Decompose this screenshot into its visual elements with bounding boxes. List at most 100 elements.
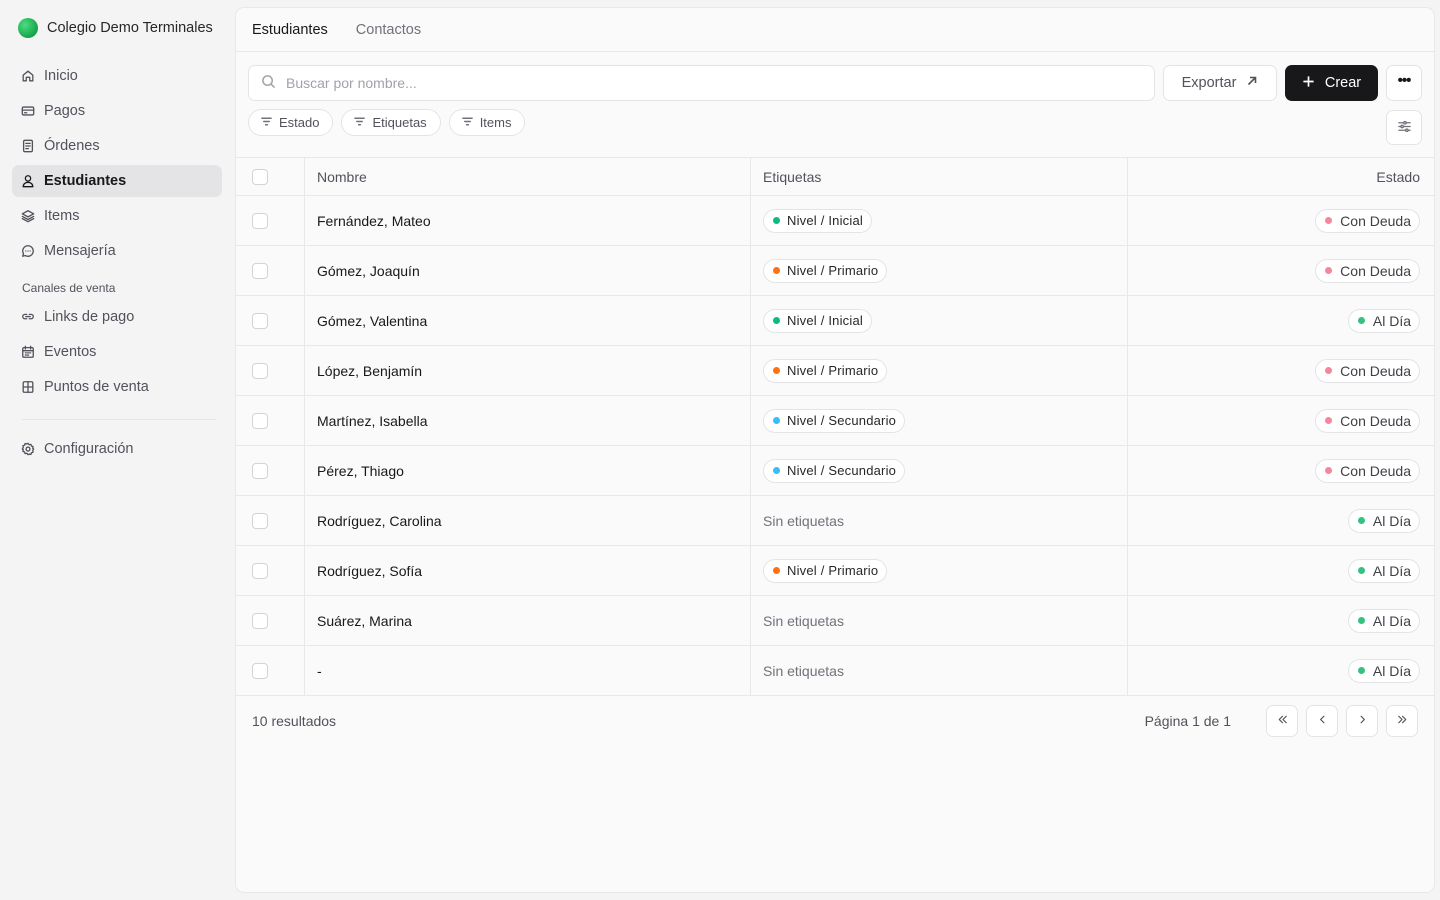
row-checkbox[interactable] [252, 262, 268, 279]
student-name[interactable]: Gómez, Valentina [317, 313, 427, 329]
sidebar-item-label: Items [44, 208, 80, 224]
filter-etiquetas[interactable]: Etiquetas [341, 109, 441, 136]
store-icon [21, 380, 35, 394]
sidebar-item-ordenes[interactable]: Órdenes [12, 130, 222, 162]
row-checkbox[interactable] [252, 412, 268, 429]
row-checkbox-cell [236, 646, 305, 695]
table-row[interactable]: Gómez, Joaquín Nivel / Primario Con Deud… [236, 246, 1434, 296]
status-label: Con Deuda [1340, 212, 1411, 229]
sidebar: Colegio Demo Terminales Inicio Pagos Órd… [0, 0, 234, 900]
tag-label: Nivel / Primario [787, 263, 879, 278]
export-label: Exportar [1181, 75, 1237, 91]
table-row[interactable]: - Sin etiquetas Al Día [236, 646, 1434, 696]
student-name[interactable]: López, Benjamín [317, 363, 422, 379]
row-checkbox[interactable] [252, 362, 268, 379]
table-row[interactable]: Pérez, Thiago Nivel / Secundario Con Deu… [236, 446, 1434, 496]
no-tags-label: Sin etiquetas [763, 612, 844, 629]
tab-estudiantes[interactable]: Estudiantes [252, 22, 328, 38]
student-name[interactable]: Suárez, Marina [317, 613, 412, 629]
tag-label: Nivel / Secundario [787, 413, 897, 428]
student-name[interactable]: Pérez, Thiago [317, 463, 404, 479]
link-icon [21, 310, 35, 324]
sidebar-item-estudiantes[interactable]: Estudiantes [12, 165, 222, 197]
name-cell: López, Benjamín [305, 346, 751, 395]
row-checkbox[interactable] [252, 462, 268, 479]
table-row[interactable]: Rodríguez, Carolina Sin etiquetas Al Día [236, 496, 1434, 546]
search-input[interactable] [286, 75, 1154, 91]
header-etiquetas[interactable]: Etiquetas [751, 158, 1128, 195]
last-page-button[interactable] [1386, 705, 1418, 737]
tag-color-dot [773, 267, 780, 274]
student-name[interactable]: Martínez, Isabella [317, 413, 428, 429]
search-box[interactable] [248, 65, 1155, 101]
table-row[interactable]: Martínez, Isabella Nivel / Secundario Co… [236, 396, 1434, 446]
table-row[interactable]: Suárez, Marina Sin etiquetas Al Día [236, 596, 1434, 646]
first-page-button[interactable] [1266, 705, 1298, 737]
row-checkbox-cell [236, 396, 305, 445]
tab-contactos[interactable]: Contactos [356, 22, 421, 38]
sidebar-item-configuracion[interactable]: Configuración [12, 433, 222, 465]
sidebar-item-pagos[interactable]: Pagos [12, 95, 222, 127]
arrow-up-right-icon [1246, 75, 1258, 91]
student-name[interactable]: - [317, 663, 322, 679]
next-page-button[interactable] [1346, 705, 1378, 737]
select-all-checkbox[interactable] [252, 168, 268, 185]
students-table: Nombre Etiquetas Estado Fernández, Mateo… [236, 157, 1434, 696]
tag-badge: Nivel / Secundario [763, 408, 906, 433]
create-button[interactable]: Crear [1285, 65, 1378, 101]
export-button[interactable]: Exportar [1163, 65, 1277, 101]
status-color-dot [1357, 317, 1365, 324]
status-color-dot [1325, 217, 1333, 224]
status-badge: Al Día [1347, 658, 1420, 683]
sidebar-item-inicio[interactable]: Inicio [12, 60, 222, 92]
tab-bar: Estudiantes Contactos [236, 8, 1434, 52]
header-nombre[interactable]: Nombre [305, 158, 751, 195]
name-cell: Gómez, Joaquín [305, 246, 751, 295]
tag-badge: Nivel / Primario [763, 258, 888, 283]
filter-estado[interactable]: Estado [248, 109, 334, 136]
filter-items[interactable]: Items [448, 109, 526, 136]
table-row[interactable]: Gómez, Valentina Nivel / Inicial Al Día [236, 296, 1434, 346]
status-label: Con Deuda [1340, 362, 1411, 379]
sidebar-item-puntos-de-venta[interactable]: Puntos de venta [12, 371, 222, 403]
more-options-button[interactable]: ••• [1386, 65, 1422, 101]
row-checkbox[interactable] [252, 512, 268, 529]
sidebar-item-items[interactable]: Items [12, 200, 222, 232]
chevrons-left-icon [1276, 713, 1289, 729]
column-settings-button[interactable] [1386, 110, 1422, 145]
main-panel: Estudiantes Contactos Exportar Crear ••• [235, 7, 1435, 893]
brand-name: Colegio Demo Terminales [47, 20, 213, 36]
student-name[interactable]: Rodríguez, Carolina [317, 513, 442, 529]
name-cell: - [305, 646, 751, 695]
create-label: Crear [1324, 75, 1362, 91]
row-checkbox[interactable] [252, 562, 268, 579]
tags-cell: Nivel / Primario [751, 546, 1128, 595]
brand[interactable]: Colegio Demo Terminales [12, 0, 222, 56]
sidebar-item-mensajeria[interactable]: Mensajería [12, 235, 222, 267]
student-name[interactable]: Fernández, Mateo [317, 213, 431, 229]
student-name[interactable]: Gómez, Joaquín [317, 263, 420, 279]
student-name[interactable]: Rodríguez, Sofía [317, 563, 422, 579]
status-color-dot [1325, 267, 1333, 274]
sidebar-item-links-de-pago[interactable]: Links de pago [12, 301, 222, 333]
receipt-icon [21, 139, 35, 153]
row-checkbox[interactable] [252, 212, 268, 229]
status-color-dot [1357, 517, 1365, 524]
layers-icon [21, 209, 35, 223]
tags-cell: Sin etiquetas [751, 496, 1128, 545]
channels-nav: Links de pago Eventos Puntos de venta [12, 301, 222, 403]
header-estado[interactable]: Estado [1128, 158, 1434, 195]
status-cell: Al Día [1128, 646, 1434, 695]
status-color-dot [1357, 667, 1365, 674]
table-row[interactable]: Fernández, Mateo Nivel / Inicial Con Deu… [236, 196, 1434, 246]
row-checkbox[interactable] [252, 662, 268, 679]
row-checkbox[interactable] [252, 312, 268, 329]
row-checkbox-cell [236, 496, 305, 545]
previous-page-button[interactable] [1306, 705, 1338, 737]
tag-badge: Nivel / Primario [763, 558, 888, 583]
sidebar-item-eventos[interactable]: Eventos [12, 336, 222, 368]
status-label: Al Día [1372, 312, 1411, 329]
row-checkbox[interactable] [252, 612, 268, 629]
table-row[interactable]: Rodríguez, Sofía Nivel / Primario Al Día [236, 546, 1434, 596]
table-row[interactable]: López, Benjamín Nivel / Primario Con Deu… [236, 346, 1434, 396]
